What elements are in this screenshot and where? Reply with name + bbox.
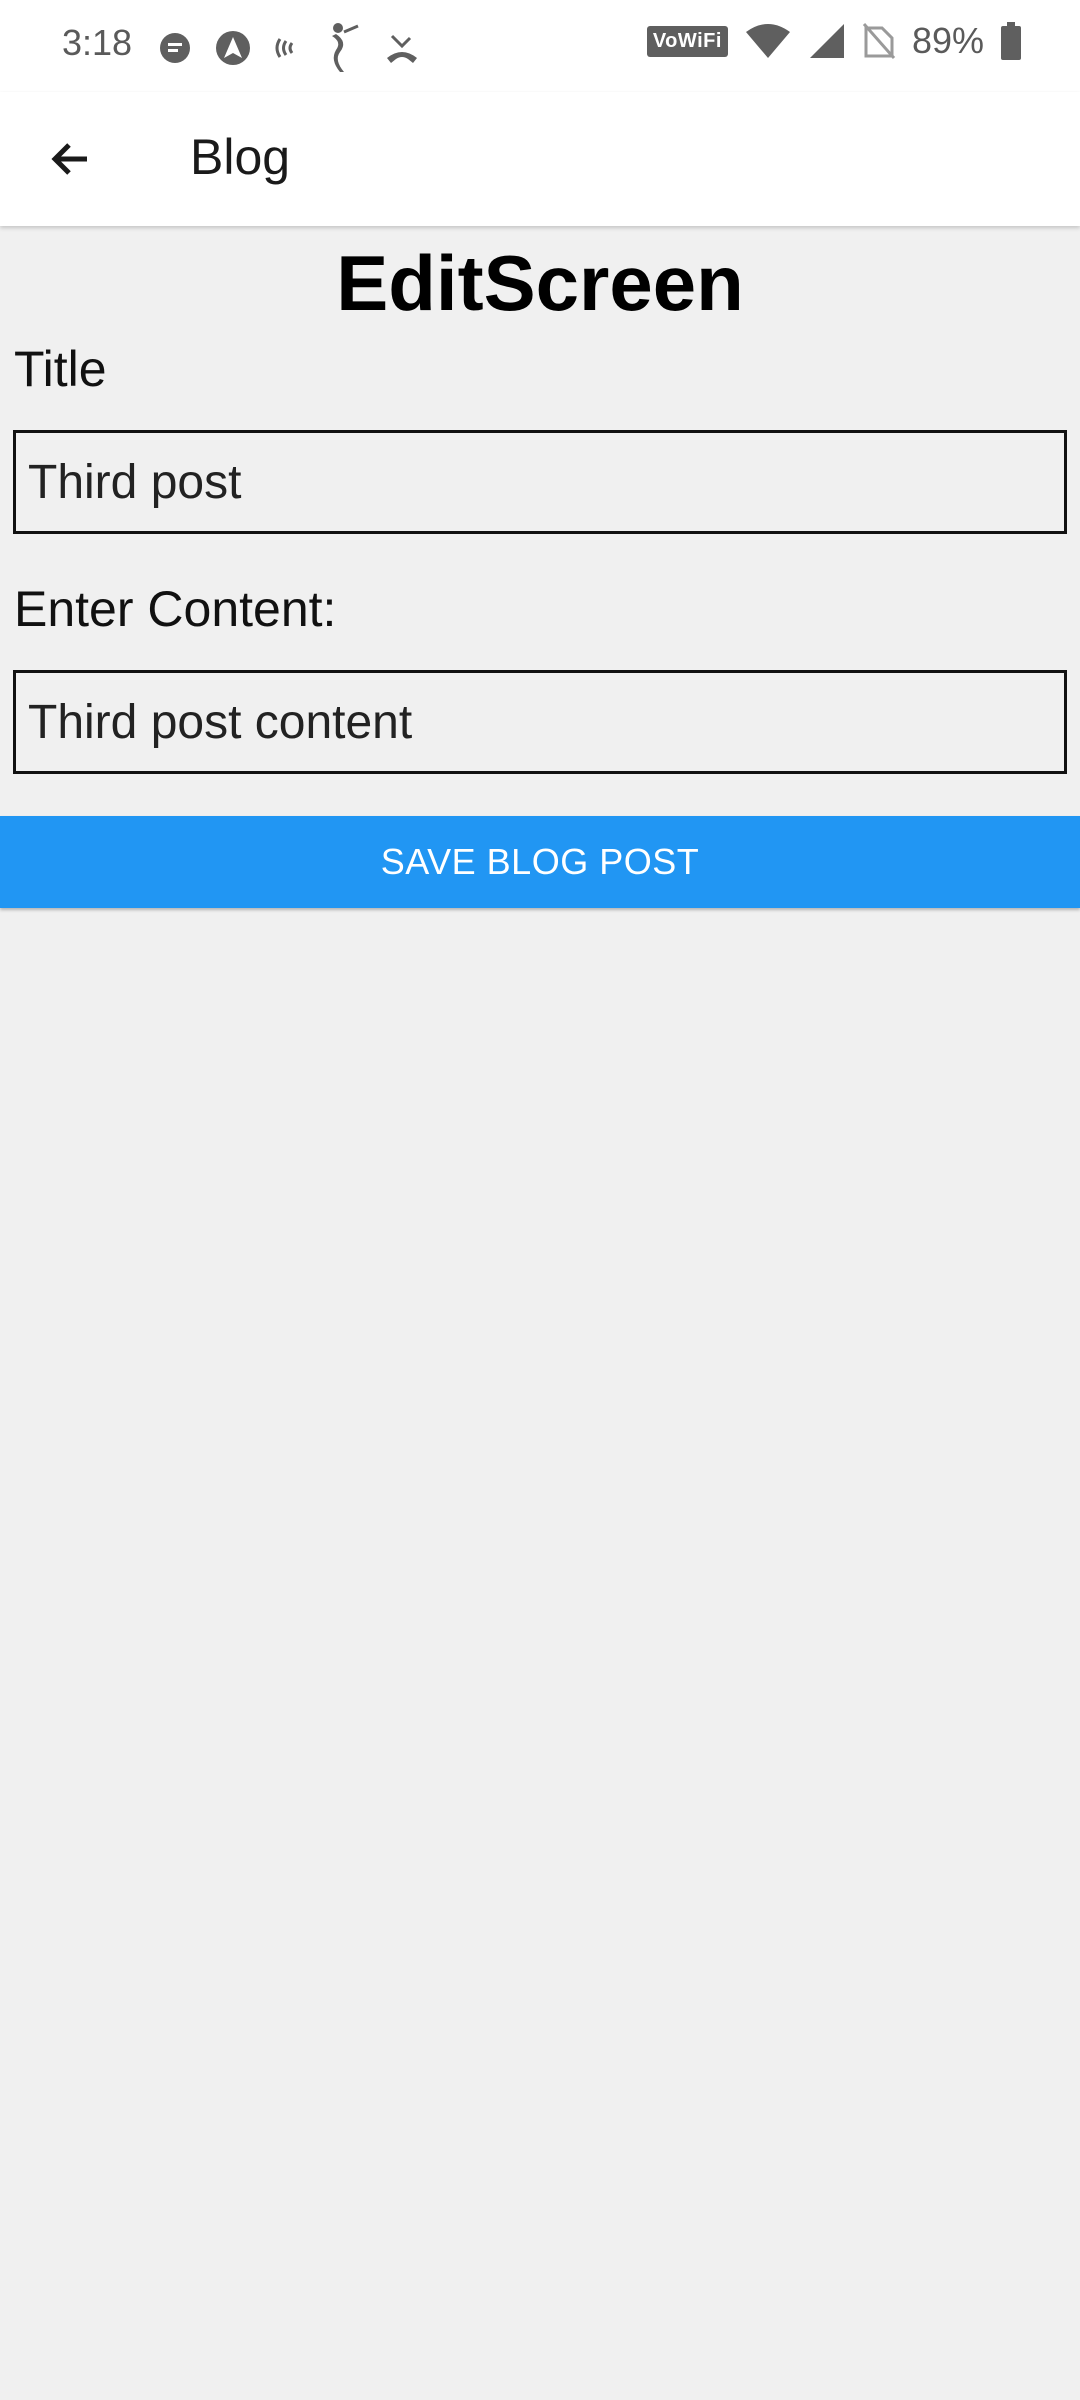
notification-icons [158, 22, 420, 74]
system-icons: VoWiFi 89% [646, 20, 1022, 62]
radio-waves-icon [275, 38, 294, 58]
message-icon [160, 33, 190, 63]
content-label: Enter Content: [14, 581, 337, 637]
missed-call-icon [387, 34, 417, 63]
battery-icon [1001, 22, 1021, 60]
screen-heading: EditScreen [336, 239, 744, 327]
vowifi-badge: VoWiFi [646, 25, 728, 57]
status-bar: 3:18 VoWiFi 89% [0, 0, 1080, 92]
back-button[interactable] [36, 124, 106, 194]
app-bar: Blog [0, 92, 1080, 226]
signal-icon [809, 24, 844, 58]
nav-icon [216, 31, 250, 65]
no-sim-icon [862, 23, 896, 59]
wifi-icon [745, 24, 790, 58]
app-bar-title: Blog [190, 129, 291, 185]
arrow-left-icon [51, 143, 87, 175]
title-input[interactable]: Third post [13, 430, 1067, 534]
save-blog-post-button[interactable]: SAVE BLOG POST [0, 816, 1080, 908]
title-label: Title [14, 341, 107, 397]
content-input[interactable]: Third post content [13, 670, 1067, 774]
battery-percent: 89% [911, 20, 984, 61]
status-time: 3:18 [62, 22, 133, 63]
cricket-icon [332, 23, 359, 72]
